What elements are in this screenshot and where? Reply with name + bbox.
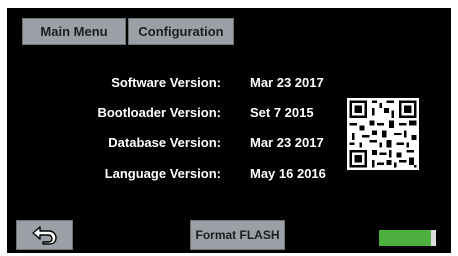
software-version-label: Software Version: <box>111 75 221 90</box>
back-arrow-icon <box>31 226 57 245</box>
software-version-value: Mar 23 2017 <box>250 75 324 90</box>
back-button[interactable] <box>16 220 73 250</box>
device-screen: Main Menu Configuration Software Version… <box>7 8 451 253</box>
language-version-label: Language Version: <box>104 166 221 181</box>
database-version-value: Mar 23 2017 <box>250 135 324 150</box>
bootloader-version-value: Set 7 2015 <box>250 105 314 120</box>
database-version-label: Database Version: <box>108 135 221 150</box>
qr-code-icon <box>347 98 419 170</box>
bootloader-version-label: Bootloader Version: <box>97 105 221 120</box>
progress-fill <box>379 230 432 246</box>
progress-bar <box>379 230 436 246</box>
tab-main-menu[interactable]: Main Menu <box>22 18 126 45</box>
tab-configuration[interactable]: Configuration <box>128 18 234 45</box>
format-flash-button[interactable]: Format FLASH <box>190 220 285 250</box>
language-version-value: May 16 2016 <box>250 166 326 181</box>
